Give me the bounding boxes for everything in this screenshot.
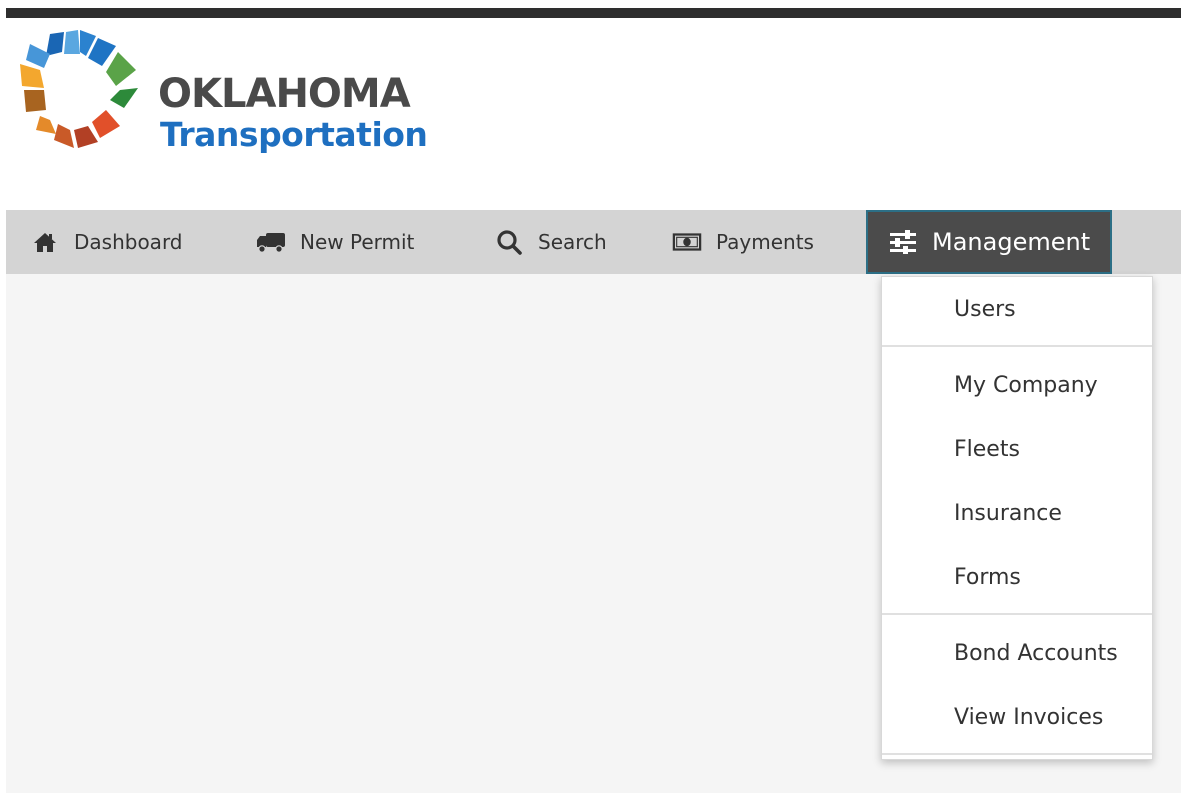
nav-item-new-permit[interactable]: New Permit (256, 210, 414, 274)
site-header: OKLAHOMA Transportation (6, 18, 1181, 210)
menu-divider (882, 345, 1152, 347)
menu-divider (882, 753, 1152, 755)
nav-label-new-permit: New Permit (300, 230, 415, 254)
menu-item-my-company[interactable]: My Company (954, 371, 1098, 401)
menu-item-bond-accounts[interactable]: Bond Accounts (954, 639, 1118, 669)
nav-label-payments: Payments (716, 230, 814, 254)
home-icon (30, 227, 60, 257)
main-navbar: Dashboard New Permit Search Payments Man… (6, 210, 1181, 274)
menu-item-fleets[interactable]: Fleets (954, 435, 1020, 465)
menu-item-forms[interactable]: Forms (954, 563, 1021, 593)
menu-item-insurance[interactable]: Insurance (954, 499, 1062, 529)
brand-subtitle: Transportation (160, 115, 428, 154)
brand-title: OKLAHOMA (158, 71, 411, 117)
nav-label-search: Search (538, 230, 607, 254)
search-icon (494, 227, 524, 257)
nav-label-dashboard: Dashboard (74, 230, 183, 254)
nav-item-payments[interactable]: Payments (672, 210, 814, 274)
star-logo-icon (20, 30, 138, 148)
sliders-icon (888, 227, 918, 257)
nav-label-management: Management (932, 228, 1091, 256)
management-dropdown-menu: Users My Company Fleets Insurance Forms … (881, 276, 1153, 760)
oklahoma-transportation-logo[interactable]: OKLAHOMA Transportation (20, 30, 440, 154)
truck-icon (256, 227, 286, 257)
top-bar (6, 8, 1181, 18)
money-bill-icon (672, 227, 702, 257)
nav-item-management[interactable]: Management (866, 210, 1113, 274)
nav-item-dashboard[interactable]: Dashboard (30, 210, 183, 274)
menu-item-users[interactable]: Users (954, 295, 1016, 325)
nav-item-search[interactable]: Search (494, 210, 607, 274)
menu-item-view-invoices[interactable]: View Invoices (954, 703, 1103, 733)
menu-divider (882, 613, 1152, 615)
